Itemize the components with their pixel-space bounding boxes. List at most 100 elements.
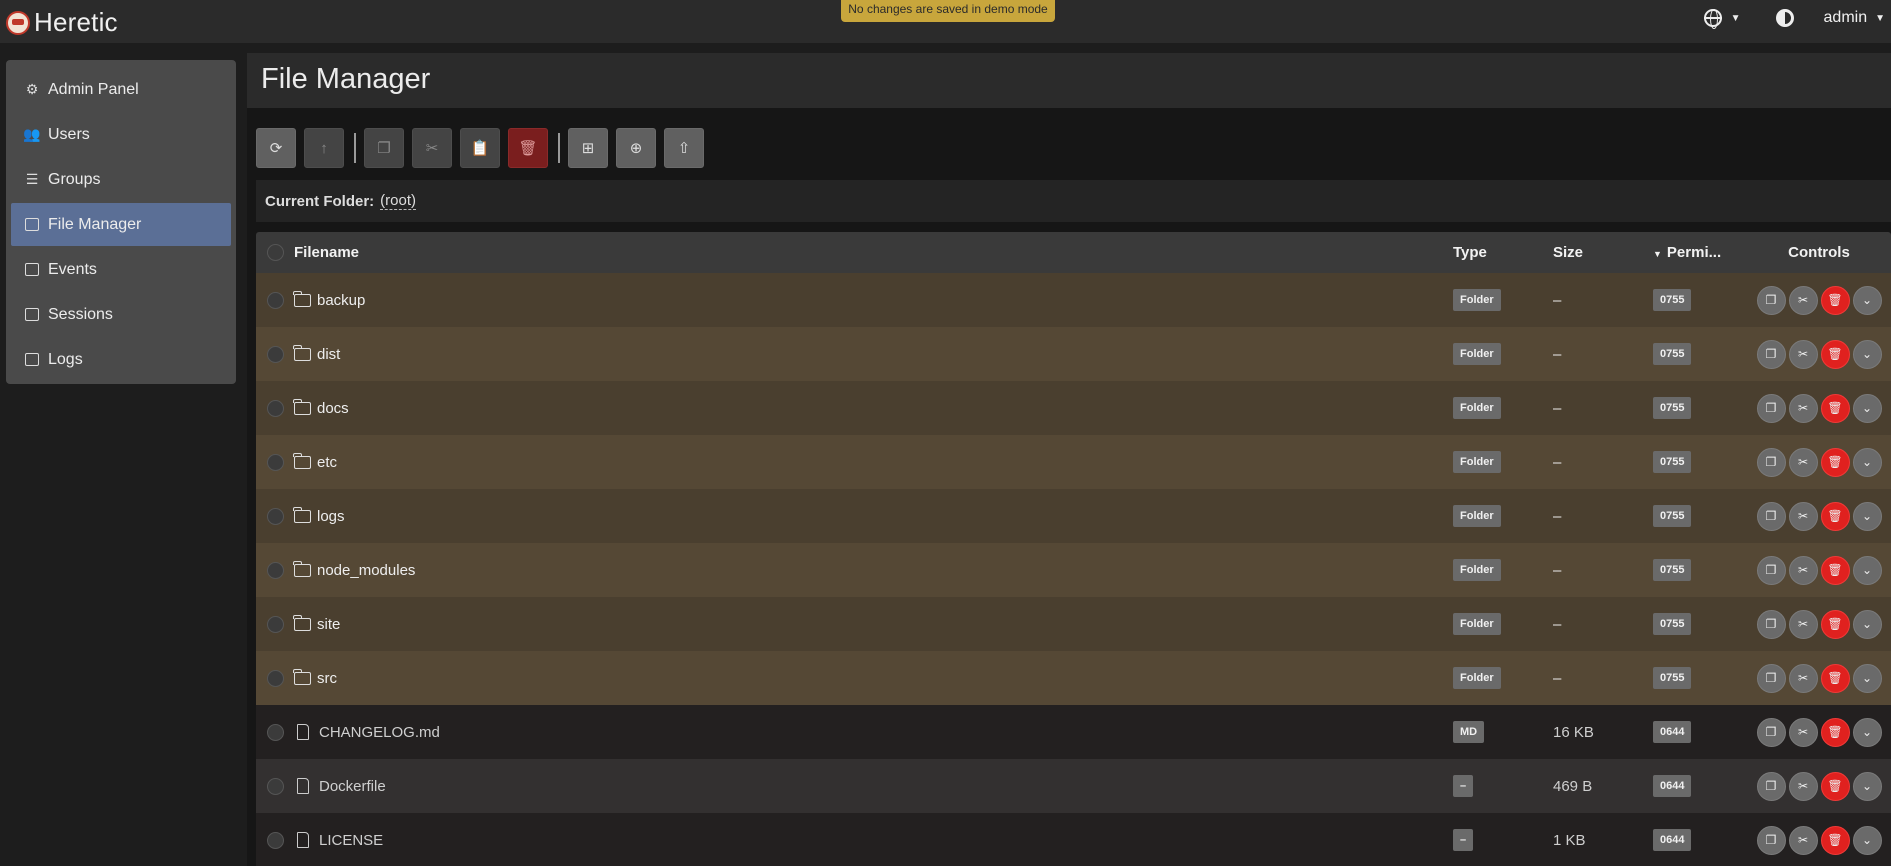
up-folder-button[interactable]: ↑ (304, 128, 344, 168)
table-row[interactable]: backup Folder – 0755 ❐ ✂ 🗑 ⌄ (256, 273, 1891, 327)
file-name[interactable]: LICENSE (319, 832, 383, 849)
sidebar-item-events[interactable]: Events (11, 248, 231, 291)
row-checkbox[interactable] (266, 723, 284, 741)
row-delete-button[interactable]: 🗑 (1820, 447, 1850, 477)
row-more-button[interactable]: ⌄ (1852, 825, 1882, 855)
row-cut-button[interactable]: ✂ (1788, 285, 1818, 315)
row-delete-button[interactable]: 🗑 (1820, 717, 1850, 747)
row-delete-button[interactable]: 🗑 (1820, 609, 1850, 639)
table-row[interactable]: logs Folder – 0755 ❐ ✂ 🗑 ⌄ (256, 489, 1891, 543)
row-copy-button[interactable]: ❐ (1756, 285, 1786, 315)
row-copy-button[interactable]: ❐ (1756, 447, 1786, 477)
row-checkbox[interactable] (266, 615, 284, 633)
row-delete-button[interactable]: 🗑 (1820, 501, 1850, 531)
sidebar-item-admin-panel[interactable]: ⚙ Admin Panel (11, 68, 231, 111)
upload-file-button[interactable]: ⇧ (664, 128, 704, 168)
row-delete-button[interactable]: 🗑 (1820, 339, 1850, 369)
row-copy-button[interactable]: ❐ (1756, 771, 1786, 801)
table-row[interactable]: site Folder – 0755 ❐ ✂ 🗑 ⌄ (256, 597, 1891, 651)
table-row[interactable]: src Folder – 0755 ❐ ✂ 🗑 ⌄ (256, 651, 1891, 705)
row-more-button[interactable]: ⌄ (1852, 447, 1882, 477)
refresh-button[interactable]: ⟳ (256, 128, 296, 168)
file-name[interactable]: node_modules (317, 562, 415, 579)
row-cut-button[interactable]: ✂ (1788, 717, 1818, 747)
row-checkbox[interactable] (266, 777, 284, 795)
row-more-button[interactable]: ⌄ (1852, 339, 1882, 369)
row-cut-button[interactable]: ✂ (1788, 501, 1818, 531)
current-folder-path[interactable]: (root) (380, 192, 417, 210)
row-copy-button[interactable]: ❐ (1756, 555, 1786, 585)
table-row[interactable]: node_modules Folder – 0755 ❐ ✂ 🗑 ⌄ (256, 543, 1891, 597)
table-row[interactable]: docs Folder – 0755 ❐ ✂ 🗑 ⌄ (256, 381, 1891, 435)
copy-button[interactable]: ❐ (364, 128, 404, 168)
table-row[interactable]: dist Folder – 0755 ❐ ✂ 🗑 ⌄ (256, 327, 1891, 381)
select-all-checkbox[interactable] (266, 244, 284, 261)
globe-icon[interactable] (1703, 9, 1722, 29)
row-copy-button[interactable]: ❐ (1756, 717, 1786, 747)
row-delete-button[interactable]: 🗑 (1820, 771, 1850, 801)
sidebar-item-sessions[interactable]: Sessions (11, 293, 231, 336)
file-name[interactable]: Dockerfile (319, 778, 386, 795)
row-more-button[interactable]: ⌄ (1852, 393, 1882, 423)
table-row[interactable]: etc Folder – 0755 ❐ ✂ 🗑 ⌄ (256, 435, 1891, 489)
new-file-button[interactable]: ⊕ (616, 128, 656, 168)
row-delete-button[interactable]: 🗑 (1820, 393, 1850, 423)
row-copy-button[interactable]: ❐ (1756, 825, 1786, 855)
row-checkbox[interactable] (266, 345, 284, 363)
file-name[interactable]: backup (317, 292, 365, 309)
row-delete-button[interactable]: 🗑 (1820, 663, 1850, 693)
row-checkbox[interactable] (266, 291, 284, 309)
column-filename[interactable]: Filename (294, 244, 1453, 261)
row-more-button[interactable]: ⌄ (1852, 717, 1882, 747)
row-more-button[interactable]: ⌄ (1852, 609, 1882, 639)
column-permissions[interactable]: ▼ Permi... (1653, 244, 1747, 261)
row-cut-button[interactable]: ✂ (1788, 663, 1818, 693)
file-name[interactable]: CHANGELOG.md (319, 724, 440, 741)
column-size[interactable]: Size (1553, 244, 1653, 261)
file-name[interactable]: logs (317, 508, 345, 525)
sidebar-item-file-manager[interactable]: File Manager (11, 203, 231, 246)
row-cut-button[interactable]: ✂ (1788, 609, 1818, 639)
file-name[interactable]: dist (317, 346, 340, 363)
row-delete-button[interactable]: 🗑 (1820, 825, 1850, 855)
column-type[interactable]: Type (1453, 244, 1553, 261)
theme-toggle-icon[interactable] (1775, 9, 1794, 27)
file-name[interactable]: site (317, 616, 340, 633)
row-delete-button[interactable]: 🗑 (1820, 285, 1850, 315)
table-row[interactable]: LICENSE – 1 KB 0644 ❐ ✂ 🗑 ⌄ (256, 813, 1891, 866)
sidebar-item-users[interactable]: 👥 Users (11, 113, 231, 156)
row-copy-button[interactable]: ❐ (1756, 663, 1786, 693)
file-name[interactable]: etc (317, 454, 337, 471)
sidebar-item-groups[interactable]: ☰ Groups (11, 158, 231, 201)
row-more-button[interactable]: ⌄ (1852, 501, 1882, 531)
table-row[interactable]: CHANGELOG.md MD 16 KB 0644 ❐ ✂ 🗑 ⌄ (256, 705, 1891, 759)
table-row[interactable]: Dockerfile – 469 B 0644 ❐ ✂ 🗑 ⌄ (256, 759, 1891, 813)
row-checkbox[interactable] (266, 561, 284, 579)
row-copy-button[interactable]: ❐ (1756, 501, 1786, 531)
row-checkbox[interactable] (266, 453, 284, 471)
row-copy-button[interactable]: ❐ (1756, 393, 1786, 423)
row-cut-button[interactable]: ✂ (1788, 447, 1818, 477)
cut-button[interactable]: ✂ (412, 128, 452, 168)
file-name[interactable]: docs (317, 400, 349, 417)
app-logo[interactable]: Heretic (6, 7, 118, 38)
row-copy-button[interactable]: ❐ (1756, 339, 1786, 369)
row-cut-button[interactable]: ✂ (1788, 393, 1818, 423)
chevron-down-icon[interactable]: ▼ (1731, 13, 1741, 24)
row-cut-button[interactable]: ✂ (1788, 771, 1818, 801)
new-folder-button[interactable]: ⊞ (568, 128, 608, 168)
row-cut-button[interactable]: ✂ (1788, 555, 1818, 585)
row-more-button[interactable]: ⌄ (1852, 663, 1882, 693)
row-checkbox[interactable] (266, 399, 284, 417)
row-more-button[interactable]: ⌄ (1852, 771, 1882, 801)
delete-button[interactable]: 🗑 (508, 128, 548, 168)
file-name[interactable]: src (317, 670, 337, 687)
sidebar-item-logs[interactable]: Logs (11, 338, 231, 381)
row-delete-button[interactable]: 🗑 (1820, 555, 1850, 585)
row-checkbox[interactable] (266, 831, 284, 849)
user-menu[interactable]: admin (1824, 9, 1868, 27)
row-cut-button[interactable]: ✂ (1788, 825, 1818, 855)
paste-button[interactable]: 📋 (460, 128, 500, 168)
chevron-down-icon[interactable]: ▼ (1875, 13, 1885, 24)
row-checkbox[interactable] (266, 669, 284, 687)
